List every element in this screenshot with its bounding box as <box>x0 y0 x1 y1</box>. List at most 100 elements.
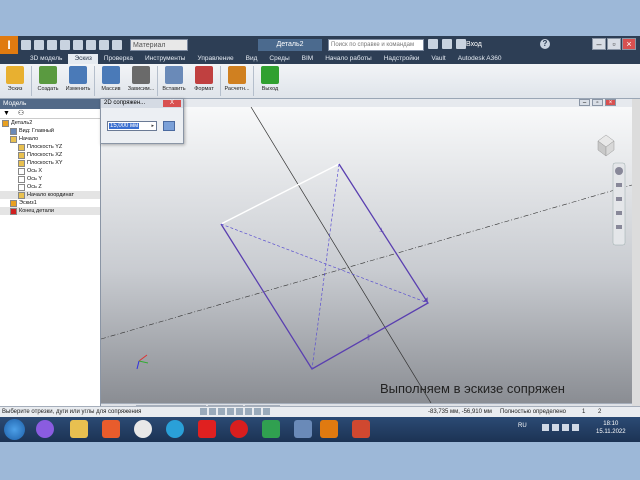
ribbon-tab[interactable]: Среды <box>263 54 295 64</box>
explorer-icon[interactable] <box>70 420 88 438</box>
binoculars-icon[interactable]: ⚇ <box>18 110 24 117</box>
new-file-icon[interactable] <box>21 40 31 50</box>
torrent-icon[interactable] <box>262 420 280 438</box>
ribbon-tab[interactable]: Надстройки <box>378 54 426 64</box>
status-tool-icon[interactable] <box>209 408 216 415</box>
steering-wheel-icon[interactable] <box>615 167 623 175</box>
alice-icon[interactable] <box>36 420 54 438</box>
material-dropdown[interactable]: Материал <box>130 39 188 51</box>
tree-item[interactable]: Деталь2 <box>0 119 100 127</box>
orbit-icon[interactable] <box>616 211 622 215</box>
tree-item[interactable]: Ось Z <box>0 183 100 191</box>
network-icon[interactable] <box>562 424 569 431</box>
status-count-1: 1 <box>582 409 586 415</box>
dialog-close-button[interactable]: X <box>163 100 181 107</box>
tree-item[interactable]: Ось Y <box>0 175 100 183</box>
ribbon-tab[interactable]: BIM <box>296 54 320 64</box>
equal-radius-button[interactable] <box>163 121 175 131</box>
sign-in-button[interactable]: Вход <box>466 39 518 51</box>
opera-icon[interactable] <box>230 420 248 438</box>
sketch-rectangle[interactable] <box>220 163 429 370</box>
volume-icon[interactable] <box>572 424 579 431</box>
start-button[interactable] <box>4 419 25 440</box>
tree-item[interactable]: Ось X <box>0 167 100 175</box>
ribbon-button-5[interactable]: Вставить <box>159 64 189 98</box>
fillet-radius-input[interactable]: 15,000 мм ▸ <box>107 121 157 131</box>
look-at-icon[interactable] <box>616 225 622 229</box>
clock[interactable]: 18:10 15.11.2022 <box>596 420 626 436</box>
update-icon[interactable] <box>99 40 109 50</box>
user-icon[interactable] <box>456 39 466 49</box>
tree-item[interactable]: Вид: Главный <box>0 127 100 135</box>
status-tool-icon[interactable] <box>200 408 207 415</box>
presentation-icon[interactable] <box>352 420 370 438</box>
tray-arrow-icon[interactable] <box>542 424 549 431</box>
tree-item[interactable]: Плоскость XY <box>0 159 100 167</box>
browser-title[interactable]: Модель <box>0 99 100 109</box>
language-indicator[interactable]: RU <box>518 423 527 429</box>
tree-item[interactable]: Конец детали <box>0 207 100 215</box>
home-icon[interactable] <box>86 40 96 50</box>
ribbon-tab[interactable]: Эскиз <box>68 54 98 64</box>
tree-item[interactable]: Эскиз1 <box>0 199 100 207</box>
close-button[interactable]: × <box>622 38 636 50</box>
cart-icon[interactable] <box>442 39 452 49</box>
search-input[interactable]: Поиск по справке и командам <box>328 39 424 51</box>
ribbon-tab[interactable]: Autodesk A360 <box>452 54 508 64</box>
undo-icon[interactable] <box>60 40 70 50</box>
chrome-icon[interactable] <box>134 420 152 438</box>
ribbon-tab[interactable]: Vault <box>425 54 451 64</box>
ribbon-button-0[interactable]: Эскиз <box>0 64 30 98</box>
ribbon-button-2[interactable]: Изменить <box>63 64 93 98</box>
status-tool-icon[interactable] <box>227 408 234 415</box>
view-cube-icon[interactable] <box>597 134 615 157</box>
highlighted-edge[interactable] <box>220 163 340 225</box>
ribbon-tab[interactable]: Инструменты <box>139 54 192 64</box>
tree-item[interactable]: Плоскость XZ <box>0 151 100 159</box>
save-icon[interactable] <box>47 40 57 50</box>
flag-icon[interactable] <box>552 424 559 431</box>
maximize-button[interactable]: ▫ <box>607 38 621 50</box>
status-tool-icon[interactable] <box>236 408 243 415</box>
chevron-right-icon[interactable]: ▸ <box>151 122 154 130</box>
ribbon-button-8[interactable]: Выход <box>255 64 285 98</box>
zoom-icon[interactable] <box>616 197 622 201</box>
minimize-button[interactable]: – <box>592 38 606 50</box>
status-tool-icon[interactable] <box>218 408 225 415</box>
screen-capture-icon[interactable] <box>294 420 312 438</box>
ribbon-button-7[interactable]: Расчетн... <box>222 64 252 98</box>
ribbon-button-4[interactable]: Зависим... <box>126 64 156 98</box>
ribbon-tab[interactable]: Управление <box>191 54 239 64</box>
status-tool-icon[interactable] <box>254 408 261 415</box>
pan-icon[interactable] <box>616 183 622 187</box>
cursor-coordinates: -83,735 мм, -56,910 мм <box>428 409 492 415</box>
graphics-restore-button[interactable]: ▫ <box>592 99 603 106</box>
app-logo-icon[interactable]: I <box>0 36 18 54</box>
ribbon-button-6[interactable]: Формат <box>189 64 219 98</box>
binoculars-icon[interactable] <box>428 39 438 49</box>
open-file-icon[interactable] <box>34 40 44 50</box>
tree-item[interactable]: Начало <box>0 135 100 143</box>
ribbon-button-1[interactable]: Создать <box>33 64 63 98</box>
ribbon-tab[interactable]: Начало работы <box>319 54 378 64</box>
status-tool-icon[interactable] <box>263 408 270 415</box>
sketch-drawing[interactable]: ⊥ ∥ ◢ <box>101 107 632 403</box>
ribbon-button-3[interactable]: Массив <box>96 64 126 98</box>
ribbon-tab[interactable]: Вид <box>240 54 264 64</box>
redo-icon[interactable] <box>73 40 83 50</box>
media-player-icon[interactable] <box>102 420 120 438</box>
inventor-taskbar-icon[interactable] <box>320 420 338 438</box>
select-icon[interactable] <box>112 40 122 50</box>
tree-item[interactable]: Плоскость YZ <box>0 143 100 151</box>
help-icon[interactable]: ? <box>540 39 550 49</box>
yandex-icon[interactable] <box>198 420 216 438</box>
edge-icon[interactable] <box>166 420 184 438</box>
filter-icon[interactable]: ▼ <box>3 110 10 117</box>
ribbon-tab[interactable]: 3D модель <box>24 54 68 64</box>
status-tool-icon[interactable] <box>245 408 252 415</box>
tree-item[interactable]: Начало координат <box>0 191 100 199</box>
sketch-canvas[interactable]: ⊥ ∥ ◢ Выполняем в эскизе сопряжен <box>101 107 632 403</box>
graphics-minimize-button[interactable]: – <box>579 99 590 106</box>
ribbon-tab[interactable]: Проверка <box>98 54 139 64</box>
graphics-close-button[interactable]: × <box>605 99 616 106</box>
